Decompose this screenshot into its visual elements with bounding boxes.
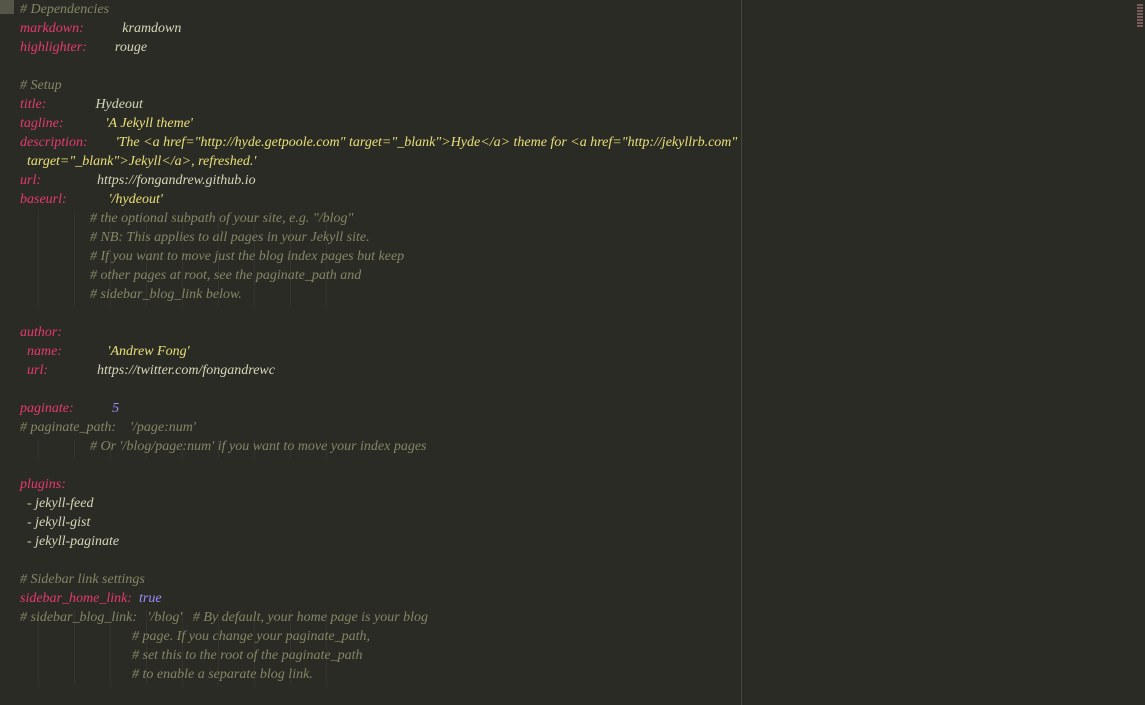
yaml-value: true [139, 591, 162, 606]
yaml-value: https://fongandrew.github.io [97, 173, 256, 188]
comment-line: # paginate_path: '/page:num' [20, 420, 196, 435]
comment-line: # sidebar_blog_link: '/blog' [20, 610, 182, 625]
yaml-key: highlighter: [20, 40, 87, 55]
yaml-list-item: jekyll-feed [35, 496, 93, 511]
comment-trail: # By default, your home page is your blo… [182, 610, 428, 625]
yaml-value: kramdown [122, 21, 181, 36]
yaml-key: description: [20, 135, 88, 150]
gutter-marker [0, 0, 14, 14]
yaml-value: Hydeout [95, 97, 142, 112]
yaml-key: markdown: [20, 21, 84, 36]
yaml-key: author: [20, 325, 62, 340]
yaml-list-dash: - [27, 534, 35, 549]
yaml-value: '/hydeout' [109, 192, 163, 207]
yaml-value: 'Andrew Fong' [108, 344, 190, 359]
comment-line: # Or '/blog/page:num' if you want to mov… [90, 439, 427, 454]
yaml-key: sidebar_home_link: [20, 591, 132, 606]
yaml-key: name: [27, 344, 62, 359]
yaml-list-dash: - [27, 496, 35, 511]
yaml-key: plugins: [20, 477, 66, 492]
comment-line: # Setup [20, 78, 62, 93]
yaml-value: 5 [112, 401, 119, 416]
yaml-value: 'A Jekyll theme' [106, 116, 193, 131]
yaml-list-item: jekyll-gist [35, 515, 90, 530]
yaml-list-item: jekyll-paginate [35, 534, 119, 549]
yaml-value: 'The <a href="http://hyde.getpoole.com" … [116, 135, 738, 150]
yaml-key: baseurl: [20, 192, 67, 207]
yaml-key: title: [20, 97, 46, 112]
comment-line: # other pages at root, see the paginate_… [90, 268, 361, 283]
yaml-key: url: [27, 363, 48, 378]
comment-line: # set this to the root of the paginate_p… [132, 648, 362, 663]
yaml-value-continuation: target="_blank">Jekyll</a>, refreshed.' [27, 154, 256, 169]
yaml-key: paginate: [20, 401, 74, 416]
yaml-key: url: [20, 173, 41, 188]
comment-line: # page. If you change your paginate_path… [132, 629, 370, 644]
yaml-value: rouge [115, 40, 147, 55]
comment-line: # sidebar_blog_link below. [90, 287, 242, 302]
comment-line: # Dependencies [20, 2, 109, 17]
yaml-list-dash: - [27, 515, 35, 530]
comment-line: # Sidebar link settings [20, 572, 145, 587]
comment-line: # the optional subpath of your site, e.g… [90, 211, 353, 226]
comment-line: # NB: This applies to all pages in your … [90, 230, 370, 245]
yaml-key: tagline: [20, 116, 64, 131]
comment-line: # to enable a separate blog link. [132, 667, 313, 682]
comment-line: # If you want to move just the blog inde… [90, 249, 404, 264]
code-editor[interactable]: # Dependencies markdown: kramdown highli… [20, 0, 1145, 705]
yaml-value: https://twitter.com/fongandrewc [97, 363, 275, 378]
